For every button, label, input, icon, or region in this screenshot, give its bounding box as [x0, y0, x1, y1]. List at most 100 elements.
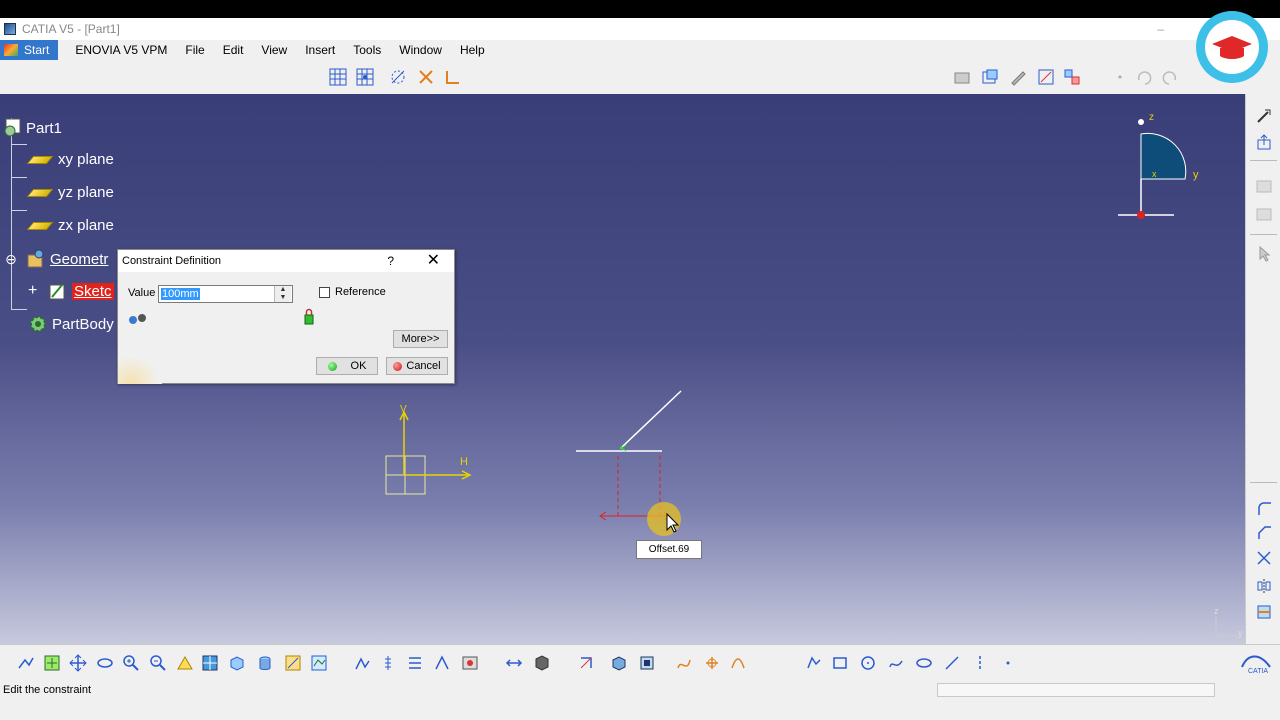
snap-to-point-icon[interactable] [355, 67, 375, 87]
multi-view-grid-icon[interactable] [200, 653, 220, 673]
compass-z-label: z [1149, 112, 1154, 123]
conic-icon[interactable] [728, 653, 748, 673]
disabled-tool-icon [1254, 204, 1274, 224]
menu-start-label: Start [24, 43, 50, 57]
constraint-list-icon[interactable] [378, 653, 398, 673]
axis-icon[interactable] [970, 653, 990, 673]
exit-workbench-icon[interactable] [1254, 106, 1274, 126]
reference-checkbox[interactable] [319, 287, 330, 298]
lock-icon[interactable] [304, 308, 314, 326]
compass-y-label: y [1193, 169, 1199, 181]
pencil-icon[interactable] [1008, 67, 1028, 87]
redo-icon[interactable] [1160, 67, 1180, 87]
multi-view-icon[interactable] [1062, 67, 1082, 87]
menu-help[interactable]: Help [451, 40, 494, 60]
contact-constraint-icon[interactable] [532, 653, 552, 673]
reference-label: Reference [335, 286, 386, 298]
zoom-out-icon[interactable] [148, 653, 168, 673]
measure-icon[interactable] [1036, 67, 1056, 87]
point-icon[interactable] [998, 653, 1018, 673]
view-box-icon[interactable] [980, 67, 1000, 87]
menu-edit[interactable]: Edit [214, 40, 253, 60]
profile-icon[interactable] [352, 653, 372, 673]
more-button[interactable]: More>> [393, 330, 448, 348]
pad-icon[interactable] [609, 653, 629, 673]
project-3d-icon[interactable] [1254, 602, 1274, 622]
exit-sketcher-icon[interactable] [1254, 132, 1274, 152]
isometric-view-icon[interactable] [227, 653, 247, 673]
value-spinner[interactable]: ▲ ▼ [274, 286, 291, 302]
swap-visible-space-icon[interactable] [309, 653, 329, 673]
start-icon [4, 44, 18, 56]
ok-button-label: OK [350, 360, 367, 372]
menu-window[interactable]: Window [390, 40, 451, 60]
mini-axis-z-label: z [1214, 606, 1219, 616]
constraint-tooltip: Offset.69 [636, 540, 702, 559]
geometrical-constraints-icon[interactable] [416, 67, 436, 87]
menu-enovia[interactable]: ENOVIA V5 VPM [66, 40, 176, 60]
dialog-decoration [118, 358, 162, 384]
operation-icon[interactable] [576, 653, 596, 673]
pan-icon[interactable] [68, 653, 88, 673]
rotate-icon[interactable] [95, 653, 115, 673]
animate-constraint-icon[interactable] [460, 653, 480, 673]
menu-bar: Start ENOVIA V5 VPM File Edit View Inser… [0, 40, 1280, 60]
dimensional-constraints-icon[interactable] [443, 67, 463, 87]
dialog-help-button[interactable]: ? [387, 250, 394, 272]
menu-start[interactable]: Start [0, 40, 59, 60]
menu-insert[interactable]: Insert [296, 40, 344, 60]
value-label: Value [128, 287, 156, 299]
trim-icon[interactable] [1254, 548, 1274, 568]
watermark-gear-logo-icon [1196, 11, 1268, 83]
chamfer-icon[interactable] [1254, 522, 1274, 542]
window-controls[interactable]: – [1157, 22, 1180, 36]
select-arrow-icon[interactable] [1254, 244, 1274, 264]
h-axis-label: H [460, 456, 468, 468]
mini-axis-y-label: y [1238, 628, 1243, 638]
right-toolbar [1245, 94, 1280, 644]
menu-tools[interactable]: Tools [344, 40, 390, 60]
sketch-analysis-icon[interactable] [952, 67, 972, 87]
corner-icon[interactable] [1254, 498, 1274, 518]
undo-icon[interactable] [1134, 67, 1154, 87]
normal-view-icon[interactable] [175, 653, 195, 673]
pocket-icon[interactable] [637, 653, 657, 673]
toolbar-separator [1250, 160, 1277, 162]
auto-constraint-icon[interactable] [432, 653, 452, 673]
connect-icon[interactable] [702, 653, 722, 673]
line-icon[interactable] [942, 653, 962, 673]
rectangle-icon[interactable] [830, 653, 850, 673]
shading-icon[interactable] [255, 653, 275, 673]
hide-show-icon[interactable] [283, 653, 303, 673]
constraint-icon[interactable] [504, 653, 524, 673]
fly-mode-icon[interactable] [16, 653, 36, 673]
grid-icon[interactable] [328, 67, 348, 87]
menu-view[interactable]: View [252, 40, 296, 60]
cancel-button-label: Cancel [406, 360, 441, 372]
zoom-in-icon[interactable] [121, 653, 141, 673]
disabled-tool-icon [1254, 176, 1274, 196]
spline-icon[interactable] [674, 653, 694, 673]
power-input-field[interactable] [937, 683, 1215, 697]
fit-all-in-icon[interactable] [42, 653, 62, 673]
measure-tool-icon [129, 314, 146, 324]
mirror-icon[interactable] [1254, 576, 1274, 596]
window-title: CATIA V5 - [Part1] [22, 22, 120, 36]
status-bar [0, 696, 1280, 720]
dialog-close-button[interactable]: ✕ [427, 250, 440, 272]
dialog-title: Constraint Definition [118, 250, 454, 272]
construction-element-icon[interactable] [388, 67, 408, 87]
compass-x-label: x [1152, 169, 1157, 179]
cancel-icon [393, 361, 403, 371]
ellipse-icon[interactable] [914, 653, 934, 673]
profile-tool-icon[interactable] [804, 653, 824, 673]
circle-icon[interactable] [858, 653, 878, 673]
cancel-button[interactable]: Cancel [386, 357, 448, 375]
fix-together-icon[interactable] [405, 653, 425, 673]
ok-button[interactable]: OK [316, 357, 378, 375]
dot-icon[interactable] [1110, 67, 1130, 87]
menu-file[interactable]: File [176, 40, 213, 60]
value-input[interactable]: 100mm [158, 285, 293, 303]
sketch-profile[interactable] [576, 390, 682, 452]
spline-curve-icon[interactable] [886, 653, 906, 673]
